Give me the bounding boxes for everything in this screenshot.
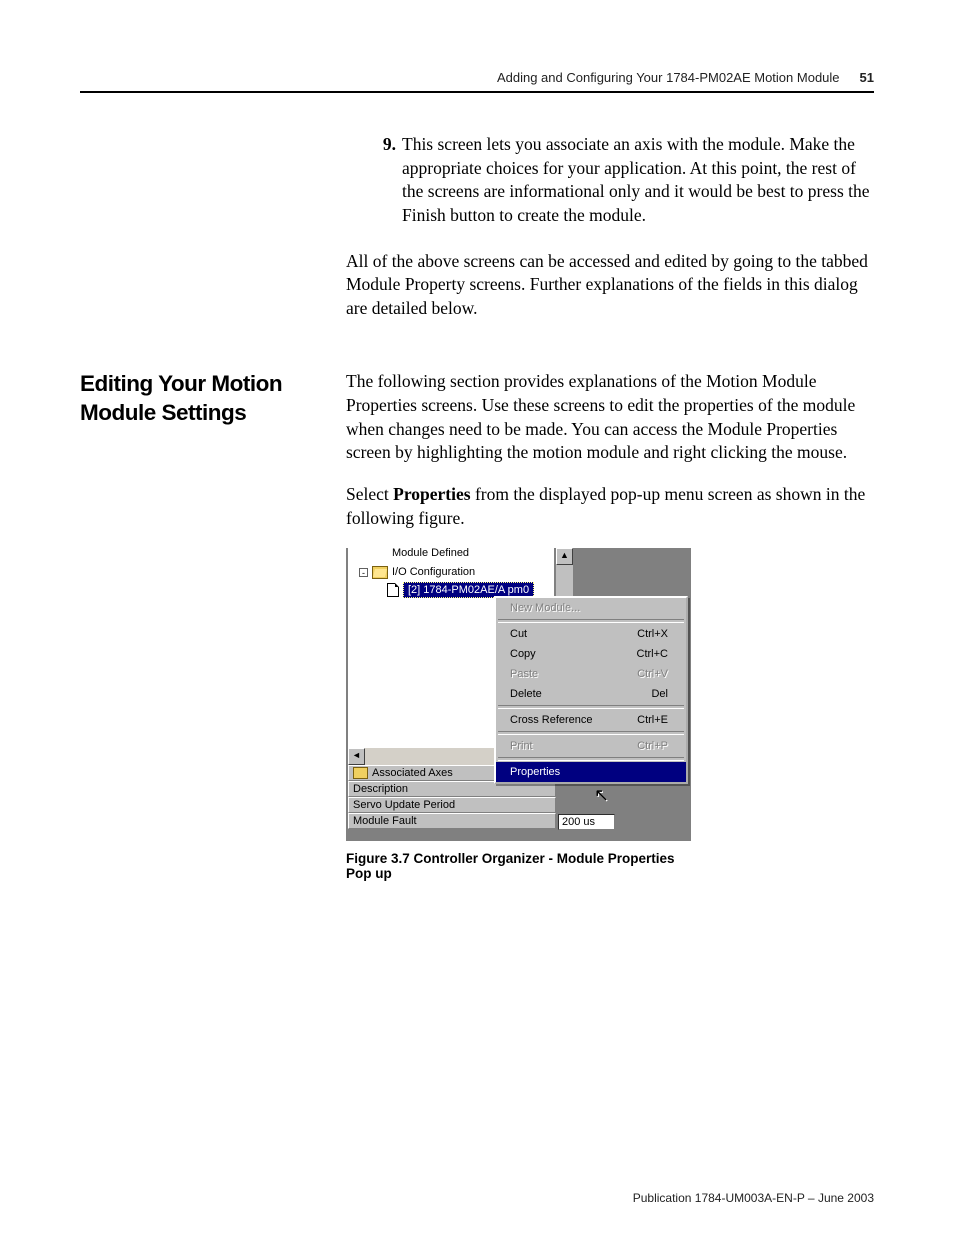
property-row-module-fault[interactable]: Module Fault (348, 813, 556, 829)
menu-item-paste[interactable]: Paste Ctrl+V (496, 664, 686, 684)
menu-label: Cross Reference (510, 713, 593, 727)
menu-shortcut: Ctrl+C (637, 647, 668, 661)
scroll-left-button[interactable]: ◄ (348, 748, 365, 765)
section-para-2-bold: Properties (393, 484, 470, 504)
scroll-up-button[interactable]: ▲ (556, 548, 573, 565)
running-header: Adding and Configuring Your 1784-PM02AE … (80, 70, 874, 93)
menu-item-properties[interactable]: Properties (496, 762, 686, 782)
menu-shortcut: Ctrl+X (637, 627, 668, 641)
property-label: Description (353, 783, 408, 795)
screenshot: Module Defined - I/O Configuration [2] 1… (346, 548, 691, 841)
tree-expander-icon[interactable]: - (359, 568, 368, 577)
menu-item-print[interactable]: Print Ctrl+P (496, 736, 686, 756)
step-9: 9. This screen lets you associate an axi… (370, 133, 874, 228)
module-icon (387, 583, 399, 597)
menu-shortcut: Ctrl+P (637, 739, 668, 753)
menu-label: Paste (510, 667, 538, 681)
context-menu: New Module... Cut Ctrl+X Copy Ctrl+C Pas… (494, 596, 688, 784)
running-header-title: Adding and Configuring Your 1784-PM02AE … (497, 70, 840, 85)
property-row-servo-update[interactable]: Servo Update Period (348, 797, 556, 813)
property-label: Associated Axes (372, 767, 453, 779)
body: 9. This screen lets you associate an axi… (80, 93, 874, 881)
folder-open-icon (372, 566, 388, 579)
menu-item-cut[interactable]: Cut Ctrl+X (496, 624, 686, 644)
menu-item-delete[interactable]: Delete Del (496, 684, 686, 704)
section-body: The following section provides explanati… (346, 370, 874, 548)
section-para-2-pre: Select (346, 484, 393, 504)
step-text: This screen lets you associate an axis w… (402, 133, 874, 228)
section-editing-settings: Editing Your Motion Module Settings The … (80, 370, 874, 548)
menu-item-new-module[interactable]: New Module... (496, 598, 686, 618)
folder-icon (353, 767, 368, 779)
tree-node-io-config[interactable]: - I/O Configuration (359, 564, 551, 580)
property-value-servo-update: 200 us (558, 814, 615, 830)
menu-label: Copy (510, 647, 536, 661)
menu-shortcut: Ctrl+E (637, 713, 668, 727)
menu-shortcut: Ctrl+V (637, 667, 668, 681)
section-para-1: The following section provides explanati… (346, 370, 874, 465)
menu-label: Properties (510, 765, 560, 779)
page: Adding and Configuring Your 1784-PM02AE … (0, 0, 954, 1235)
paragraph-after-steps: All of the above screens can be accessed… (346, 250, 874, 321)
publication-footer: Publication 1784-UM003A-EN-P – June 2003 (633, 1191, 874, 1205)
menu-separator (498, 619, 684, 623)
tree-clipped-top: Module Defined (392, 548, 469, 559)
menu-separator (498, 757, 684, 761)
property-label: Servo Update Period (353, 799, 455, 811)
section-heading: Editing Your Motion Module Settings (80, 370, 328, 548)
menu-separator (498, 705, 684, 709)
tree-label-io-config: I/O Configuration (392, 566, 475, 578)
menu-label: New Module... (510, 601, 580, 615)
menu-shortcut: Del (651, 687, 668, 701)
section-para-2: Select Properties from the displayed pop… (346, 483, 874, 530)
menu-label: Delete (510, 687, 542, 701)
menu-label: Cut (510, 627, 527, 641)
page-number: 51 (860, 70, 874, 85)
figure-3-7: Module Defined - I/O Configuration [2] 1… (346, 548, 691, 881)
menu-separator (498, 731, 684, 735)
menu-label: Print (510, 739, 533, 753)
menu-item-cross-reference[interactable]: Cross Reference Ctrl+E (496, 710, 686, 730)
menu-item-copy[interactable]: Copy Ctrl+C (496, 644, 686, 664)
step-number: 9. (370, 133, 396, 228)
property-label: Module Fault (353, 815, 417, 827)
figure-caption: Figure 3.7 Controller Organizer - Module… (346, 851, 691, 881)
cursor-icon: ↖ (594, 785, 609, 806)
